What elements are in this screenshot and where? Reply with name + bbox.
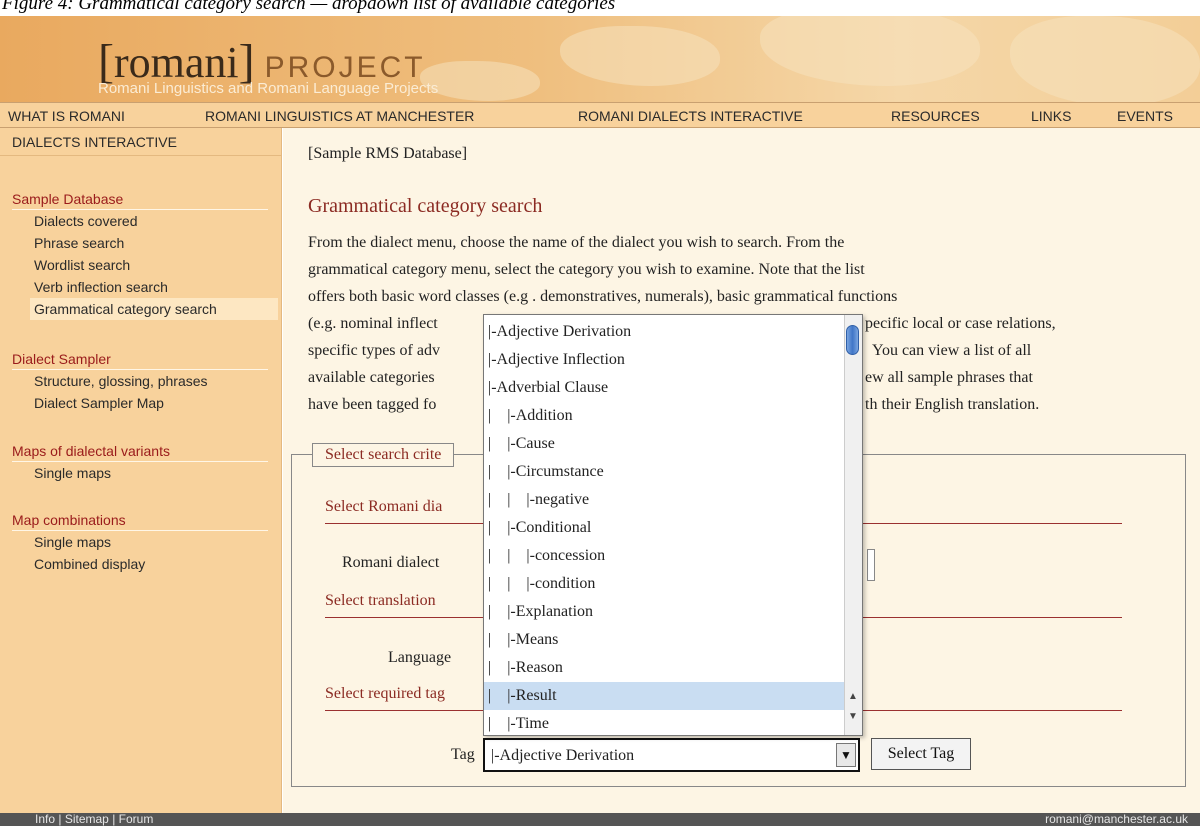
dropdown-option[interactable]: | |-Conditional	[484, 514, 846, 542]
footer-link-sitemap[interactable]: Sitemap	[65, 812, 109, 826]
site-subtitle: Romani Linguistics and Romani Language P…	[98, 80, 439, 97]
dropdown-option[interactable]: | |-Explanation	[484, 598, 846, 626]
nav-links[interactable]: LINKS	[1031, 108, 1071, 124]
nav-resources[interactable]: RESOURCES	[891, 108, 980, 124]
nav-events[interactable]: EVENTS	[1117, 108, 1173, 124]
tag-select[interactable]: |-Adjective Derivation ▼	[483, 738, 860, 772]
dropdown-option[interactable]: | | |-condition	[484, 570, 846, 598]
caption-text: Figure 4: Grammatical category search — …	[2, 0, 616, 14]
sidebar: DIALECTS INTERACTIVE Sample Database Dia…	[0, 128, 282, 813]
nav-dialects-interactive[interactable]: ROMANI DIALECTS INTERACTIVE	[578, 108, 803, 124]
nav-romani-linguistics[interactable]: ROMANI LINGUISTICS AT MANCHESTER	[205, 108, 474, 124]
dropdown-option[interactable]: |-Adjective Derivation	[484, 318, 846, 346]
sidebar-group-title[interactable]: Maps of dialectal variants	[12, 443, 268, 462]
dropdown-option[interactable]: | |-Circumstance	[484, 458, 846, 486]
intro-line: (e.g. nominal inflect	[308, 315, 438, 332]
tag-label: Tag	[451, 746, 475, 763]
sidebar-group-sample-database: Sample Database Dialects covered Phrase …	[0, 191, 282, 320]
sidebar-group-title[interactable]: Sample Database	[12, 191, 268, 210]
tag-dropdown-list[interactable]: |-Adjective Derivation |-Adjective Infle…	[483, 314, 863, 736]
dropdown-option[interactable]: | |-Reason	[484, 654, 846, 682]
nav-what-is-romani[interactable]: WHAT IS ROMANI	[8, 108, 125, 124]
sidebar-item-grammatical-category-search[interactable]: Grammatical category search	[30, 298, 278, 320]
sidebar-group-title[interactable]: Map combinations	[12, 512, 268, 531]
sidebar-item-single-maps[interactable]: Single maps	[34, 462, 282, 484]
sidebar-item-combined-display[interactable]: Combined display	[34, 553, 282, 575]
footer-separator: |	[112, 812, 116, 826]
sidebar-item-verb-inflection-search[interactable]: Verb inflection search	[34, 276, 282, 298]
footer-link-forum[interactable]: Forum	[119, 812, 154, 826]
sidebar-item-structure-glossing[interactable]: Structure, glossing, phrases	[34, 370, 282, 392]
romani-dialect-label: Romani dialect	[342, 554, 440, 571]
figure-caption: Figure 4: Grammatical category search — …	[0, 0, 1200, 16]
scroll-up-icon[interactable]: ▲	[845, 689, 861, 705]
intro-line-right: ew all sample phrases that	[865, 369, 1033, 386]
intro-line: grammatical category menu, select the ca…	[308, 261, 865, 278]
intro-line: available categories	[308, 369, 435, 386]
sidebar-group-map-combinations: Map combinations Single maps Combined di…	[0, 512, 282, 575]
intro-line: offers both basic word classes (e.g . de…	[308, 288, 898, 305]
footer-link-info[interactable]: Info	[35, 812, 55, 826]
dropdown-scrollbar[interactable]	[844, 315, 862, 735]
dropdown-option[interactable]: | |-Addition	[484, 402, 846, 430]
site-footer: Info | Sitemap | Forum romani@manchester…	[0, 812, 1200, 826]
sidebar-item-phrase-search[interactable]: Phrase search	[34, 232, 282, 254]
top-navigation: WHAT IS ROMANI ROMANI LINGUISTICS AT MAN…	[0, 102, 1200, 128]
dropdown-option[interactable]: |-Adverbial Clause	[484, 374, 846, 402]
sidebar-group-title[interactable]: Dialect Sampler	[12, 351, 268, 370]
intro-line: have been tagged fo	[308, 396, 437, 413]
page-title: Grammatical category search	[308, 195, 543, 217]
sidebar-item-dialects-covered[interactable]: Dialects covered	[34, 210, 282, 232]
footer-links: Info | Sitemap | Forum	[35, 812, 153, 826]
breadcrumb: [Sample RMS Database]	[308, 145, 468, 162]
sidebar-item-wordlist-search[interactable]: Wordlist search	[34, 254, 282, 276]
dropdown-option[interactable]: | |-Means	[484, 626, 846, 654]
select-tag-button[interactable]: Select Tag	[871, 738, 971, 770]
scrollbar-thumb[interactable]	[846, 325, 859, 355]
dropdown-option[interactable]: |-Adjective Inflection	[484, 346, 846, 374]
intro-line-right: You can view a list of all	[872, 342, 1032, 359]
footer-email[interactable]: romani@manchester.ac.uk	[1045, 812, 1188, 826]
language-label: Language	[388, 649, 452, 666]
dropdown-option[interactable]: | | |-negative	[484, 486, 846, 514]
chevron-down-icon[interactable]: ▼	[836, 743, 856, 767]
footer-separator: |	[58, 812, 62, 826]
dropdown-option[interactable]: | | |-concession	[484, 542, 846, 570]
sidebar-item-single-maps-combo[interactable]: Single maps	[34, 531, 282, 553]
fieldset-legend: Select search crite	[312, 443, 455, 467]
site-banner: [romani] PROJECT Romani Linguistics and R…	[0, 16, 1200, 102]
tag-select-value: |-Adjective Derivation	[491, 747, 635, 764]
intro-line: From the dialect menu, choose the name o…	[308, 234, 845, 251]
sidebar-group-maps-variants: Maps of dialectal variants Single maps	[0, 443, 282, 484]
sidebar-header: DIALECTS INTERACTIVE	[0, 128, 282, 156]
dropdown-option-highlighted[interactable]: | |-Result	[484, 682, 846, 710]
sidebar-item-dialect-sampler-map[interactable]: Dialect Sampler Map	[34, 392, 282, 414]
intro-line: specific types of adv	[308, 342, 440, 359]
dropdown-option[interactable]: | |-Cause	[484, 430, 846, 458]
scroll-down-icon[interactable]: ▼	[845, 709, 861, 725]
intro-line-right: th their English translation.	[865, 396, 1040, 413]
dialect-select-edge[interactable]	[867, 549, 875, 581]
intro-line-right: pecific local or case relations,	[865, 315, 1056, 332]
dropdown-option[interactable]: | |-Time	[484, 710, 846, 735]
sidebar-group-dialect-sampler: Dialect Sampler Structure, glossing, phr…	[0, 351, 282, 414]
